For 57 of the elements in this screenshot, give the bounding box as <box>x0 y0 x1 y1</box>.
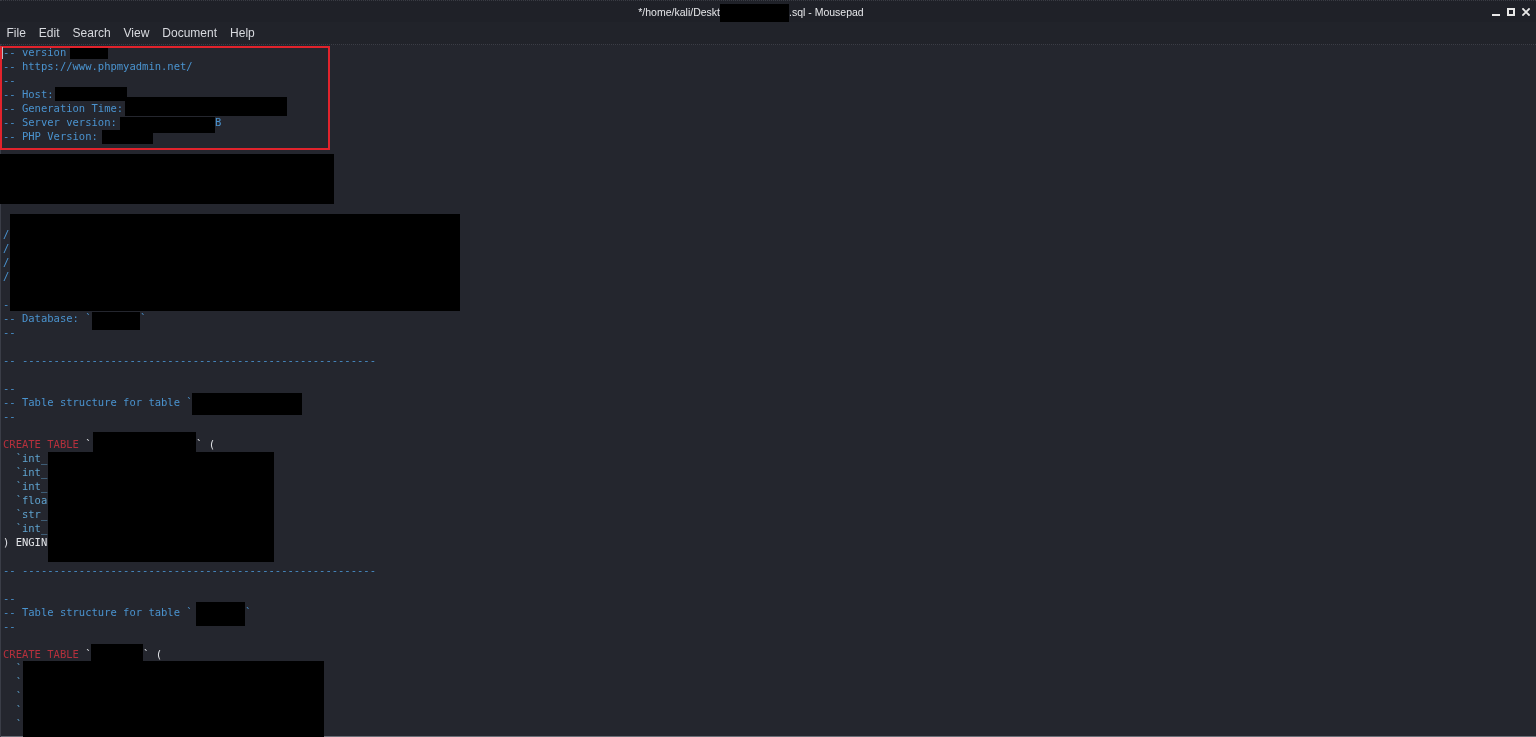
redaction-block <box>720 4 789 22</box>
comment-text: / <box>3 256 10 268</box>
redaction-block <box>70 48 108 59</box>
code-text: ) ENGIN <box>3 536 48 548</box>
menu-item[interactable]: Document <box>155 23 224 43</box>
comment-text: ` <box>140 312 147 324</box>
redaction-block <box>196 602 246 626</box>
comment-text: -- Host: <box>3 88 54 100</box>
comment-text: -- -------------------------------------------------------- <box>3 564 376 576</box>
code-text: ` <box>85 648 92 660</box>
menu-item[interactable]: File <box>0 23 33 43</box>
identifier-text: ` <box>15 676 22 688</box>
comment-text: -- Table structure for table ` <box>3 396 193 408</box>
menu-item[interactable]: Help <box>223 23 262 43</box>
comment-text: -- <box>3 592 16 604</box>
maximize-icon <box>1507 7 1515 16</box>
menu-item[interactable]: Search <box>66 23 118 43</box>
window-title: */home/kali/Deskt <box>638 5 720 18</box>
comment-text: -- <box>3 74 16 86</box>
code-text: ` ( <box>196 438 215 450</box>
identifier-text: ` <box>15 718 22 730</box>
menu-item[interactable]: Edit <box>32 23 67 43</box>
comment-text: - <box>3 298 10 310</box>
identifier-text: ` <box>15 690 22 702</box>
keyword-text: CREATE TABLE <box>3 438 79 450</box>
identifier-text: `floa <box>15 494 48 506</box>
identifier-text: ` <box>15 704 22 716</box>
code-text: ` ( <box>143 648 162 660</box>
minimize-icon <box>1492 13 1500 16</box>
comment-text: -- Server version: <box>3 116 117 128</box>
comment-text: -- <box>3 410 16 422</box>
window-title: .sql - Mousepad <box>789 5 864 18</box>
comment-text: -- version <box>3 46 67 58</box>
comment-text: -- Table structure for table ` <box>3 606 193 618</box>
identifier-text: `int_ <box>15 522 48 534</box>
comment-text: B <box>215 116 222 128</box>
comment-text: -- -------------------------------------------------------- <box>3 354 376 366</box>
comment-text: / <box>3 242 10 254</box>
keyword-text: CREATE TABLE <box>3 648 79 660</box>
code-text: ` <box>85 438 92 450</box>
identifier-text: `int_ <box>15 480 48 492</box>
comment-text: -- <box>3 326 16 338</box>
comment-text: / <box>3 228 10 240</box>
comment-text: ` <box>245 606 252 618</box>
menu-item[interactable]: View <box>117 23 156 43</box>
comment-text: -- https://www.phpmyadmin.net/ <box>3 60 193 72</box>
comment-text: -- Database: ` <box>3 312 92 324</box>
identifier-text: `int_ <box>15 466 48 478</box>
identifier-text: `int_ <box>15 452 48 464</box>
identifier-text: `str_ <box>15 508 48 520</box>
comment-text: -- PHP Version: <box>3 130 98 142</box>
close-icon <box>1522 7 1530 16</box>
comment-text: -- <box>3 382 16 394</box>
comment-text: / <box>3 270 10 282</box>
comment-text: -- Generation Time: <box>3 102 124 114</box>
identifier-text: ` <box>15 662 22 674</box>
comment-text: -- <box>3 620 16 632</box>
